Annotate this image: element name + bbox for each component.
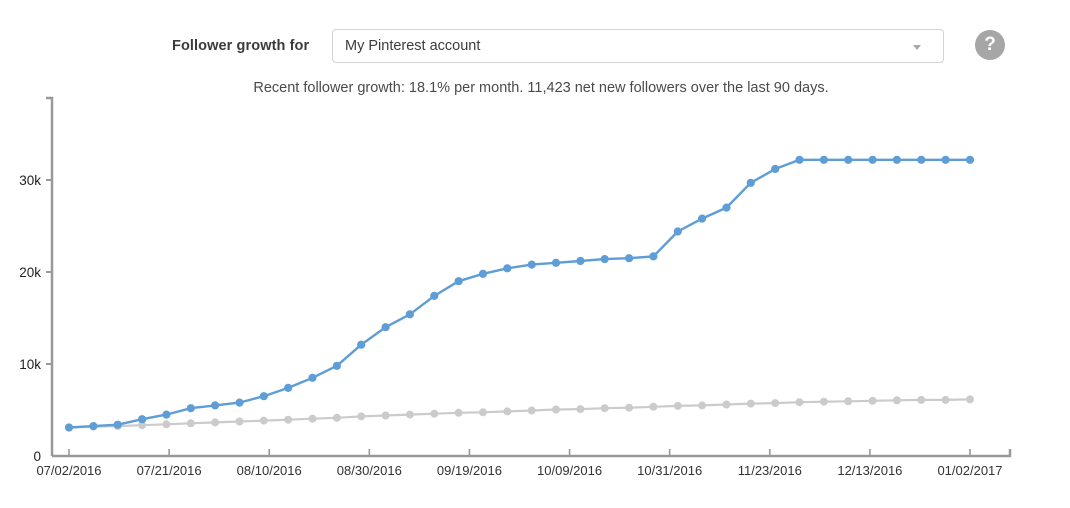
data-point[interactable] (186, 419, 195, 428)
data-point[interactable] (89, 422, 98, 431)
data-point[interactable] (576, 256, 585, 266)
data-point[interactable] (966, 395, 974, 404)
y-tick-label: 10k (19, 357, 41, 372)
x-axis: 07/02/2016 07/21/2016 08/10/2016 08/30/2016… (36, 449, 1012, 478)
data-point[interactable] (892, 396, 901, 405)
data-point[interactable] (600, 404, 609, 413)
data-point[interactable] (138, 415, 147, 424)
follower-growth-chart: 0 10k 20k 30k 07/02/2016 07/21/2016 08/10/201… (0, 0, 1070, 508)
data-point[interactable] (527, 406, 536, 415)
data-point[interactable] (771, 164, 780, 174)
y-axis: 0 10k 20k 30k (19, 96, 54, 464)
data-point[interactable] (503, 407, 512, 416)
x-tick-label: 07/02/2016 (36, 463, 101, 478)
series-secondary (65, 395, 974, 432)
x-tick-label: 01/02/2017 (937, 463, 1002, 478)
data-point[interactable] (673, 227, 682, 236)
data-point[interactable] (430, 409, 439, 418)
data-point[interactable] (746, 399, 755, 408)
data-point[interactable] (332, 361, 341, 370)
data-point[interactable] (892, 155, 902, 164)
data-point[interactable] (576, 405, 585, 414)
data-point[interactable] (722, 203, 731, 212)
data-point[interactable] (625, 254, 634, 263)
data-point[interactable] (795, 398, 804, 407)
x-tick-label: 10/31/2016 (637, 463, 702, 478)
data-point[interactable] (503, 264, 512, 273)
y-tick-label: 30k (19, 173, 41, 188)
data-point[interactable] (941, 395, 950, 404)
data-point[interactable] (162, 410, 171, 419)
data-point[interactable] (235, 398, 244, 407)
data-point[interactable] (162, 420, 171, 429)
data-point[interactable] (113, 420, 122, 429)
data-point[interactable] (844, 155, 853, 164)
data-point[interactable] (332, 413, 341, 422)
data-point[interactable] (357, 412, 366, 421)
data-point[interactable] (284, 415, 293, 424)
data-point[interactable] (381, 323, 390, 332)
data-point[interactable] (917, 155, 926, 164)
data-point[interactable] (405, 410, 414, 419)
data-point[interactable] (722, 400, 731, 409)
x-tick-label: 07/21/2016 (137, 463, 202, 478)
data-point[interactable] (405, 310, 414, 319)
data-point[interactable] (795, 155, 804, 164)
data-point[interactable] (698, 214, 707, 223)
x-tick-label: 12/13/2016 (837, 463, 902, 478)
data-point[interactable] (941, 155, 950, 164)
data-point[interactable] (308, 373, 317, 382)
data-point[interactable] (625, 403, 634, 412)
y-tick-label: 20k (19, 265, 41, 280)
data-point[interactable] (479, 408, 487, 417)
y-tick-label: 0 (33, 449, 41, 464)
data-point[interactable] (357, 340, 366, 349)
data-point[interactable] (965, 155, 975, 164)
data-point[interactable] (527, 260, 536, 269)
x-tick-label: 09/19/2016 (437, 463, 502, 478)
data-point[interactable] (649, 402, 658, 411)
data-point[interactable] (259, 392, 268, 401)
data-point[interactable] (284, 383, 293, 392)
data-point[interactable] (430, 291, 439, 300)
data-point[interactable] (454, 408, 463, 417)
x-tick-label: 10/09/2016 (537, 463, 602, 478)
data-point[interactable] (673, 401, 682, 410)
x-tick-label: 11/23/2016 (738, 463, 802, 478)
data-point[interactable] (381, 411, 390, 420)
data-point[interactable] (552, 405, 560, 414)
data-point[interactable] (868, 396, 877, 405)
data-point[interactable] (308, 414, 317, 423)
data-point[interactable] (917, 395, 926, 404)
series-primary (64, 155, 975, 432)
data-point[interactable] (551, 258, 561, 267)
data-point[interactable] (454, 277, 463, 286)
data-point[interactable] (600, 255, 609, 264)
data-point[interactable] (844, 397, 853, 406)
data-point[interactable] (819, 397, 828, 406)
data-point[interactable] (186, 404, 195, 413)
data-point[interactable] (211, 401, 220, 410)
data-point[interactable] (746, 178, 755, 187)
data-point[interactable] (211, 418, 220, 427)
data-point[interactable] (64, 423, 74, 432)
x-tick-label: 08/30/2016 (337, 463, 402, 478)
x-tick-label: 08/10/2016 (237, 463, 302, 478)
data-point[interactable] (478, 269, 488, 278)
data-point[interactable] (235, 417, 244, 426)
data-point[interactable] (698, 401, 707, 410)
data-point[interactable] (819, 155, 829, 164)
chart-canvas: 0 10k 20k 30k 07/02/2016 07/21/2016 08/10/201… (19, 96, 1012, 478)
data-point[interactable] (259, 416, 268, 425)
data-point[interactable] (868, 155, 877, 164)
data-point[interactable] (771, 399, 780, 408)
data-point[interactable] (649, 252, 658, 261)
